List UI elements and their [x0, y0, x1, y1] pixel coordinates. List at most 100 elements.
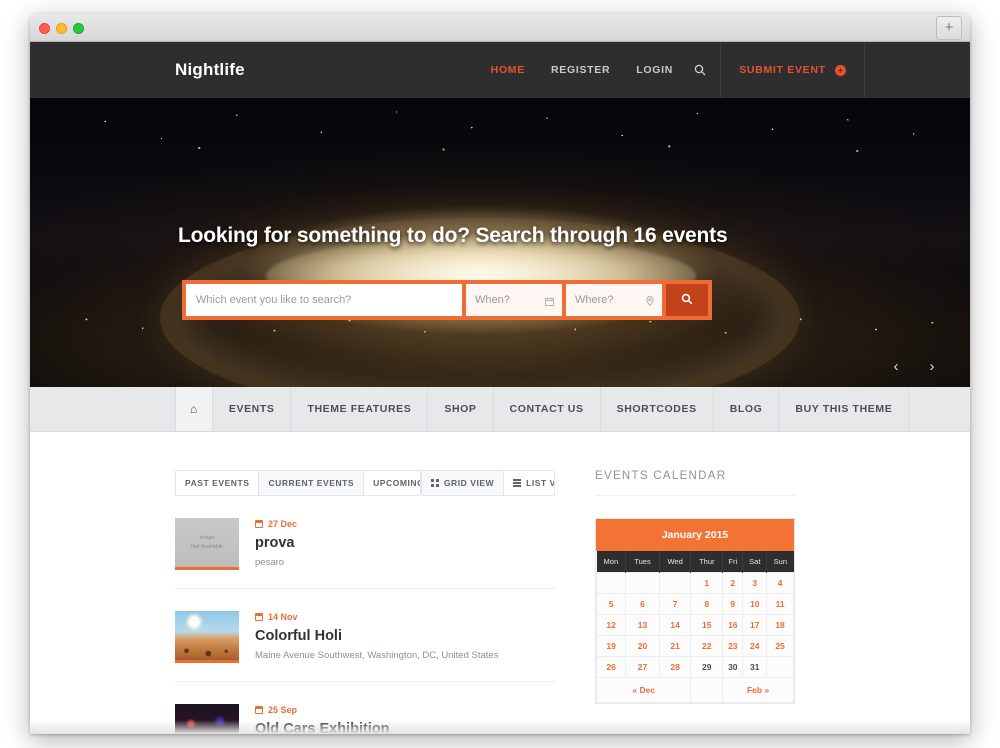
sec-nav-item-shortcodes[interactable]: SHORTCODES	[601, 387, 714, 431]
calendar-day: 29	[690, 656, 724, 678]
site-header: Nightlife HOME REGISTER LOGIN SUBMIT EVE…	[30, 42, 970, 98]
event-thumbnail[interactable]	[175, 611, 239, 663]
calendar-day: 31	[742, 656, 768, 678]
calendar-day-link[interactable]: 14	[658, 614, 692, 636]
calendar-day-link[interactable]: 27	[625, 656, 660, 678]
event-list-item[interactable]: 14 Nov Colorful Holi Maine Avenue Southw…	[175, 589, 555, 682]
search-where-select[interactable]: Where?	[566, 284, 662, 316]
calendar-empty-cell	[595, 572, 627, 594]
hero-prev-slide-button[interactable]: ‹	[886, 358, 906, 375]
hero-banner: Looking for something to do? Search thro…	[30, 98, 970, 387]
calendar-day-link[interactable]: 28	[658, 656, 692, 678]
search-icon[interactable]	[686, 64, 720, 76]
search-where-placeholder: Where?	[575, 294, 614, 306]
new-tab-button[interactable]: +	[936, 16, 962, 40]
list-icon	[513, 479, 522, 487]
main-navigation: HOME REGISTER LOGIN	[478, 42, 720, 98]
calendar-day-link[interactable]: 13	[625, 614, 660, 636]
close-window-button[interactable]	[39, 23, 50, 34]
page-bottom-fade	[30, 720, 970, 734]
calendar-icon	[255, 613, 263, 621]
calendar-day-link[interactable]: 21	[658, 635, 692, 657]
sec-nav-item-contact-us[interactable]: CONTACT US	[494, 387, 601, 431]
calendar-day-link[interactable]: 17	[742, 614, 768, 636]
calendar-day-link[interactable]: 10	[742, 593, 768, 615]
event-filter-group: PAST EVENTS CURRENT EVENTS UPCOMING EVEN…	[175, 470, 422, 496]
calendar-day-link[interactable]: 6	[625, 593, 660, 615]
calendar-day-link[interactable]: 2	[722, 572, 744, 594]
list-view-label: LIST VIEW	[526, 478, 554, 488]
event-title[interactable]: Colorful Holi	[255, 628, 555, 644]
main-content: PAST EVENTS CURRENT EVENTS UPCOMING EVEN…	[30, 432, 970, 734]
calendar-day-link[interactable]: 3	[742, 572, 768, 594]
events-column: PAST EVENTS CURRENT EVENTS UPCOMING EVEN…	[175, 470, 555, 734]
nav-item-login[interactable]: LOGIN	[623, 64, 686, 76]
browser-titlebar: +	[30, 14, 970, 42]
events-calendar-widget: January 2015 Mon Tues Wed Thur Fri Sat S…	[595, 518, 795, 704]
sec-nav-item-theme-features[interactable]: THEME FEATURES	[291, 387, 429, 431]
sec-nav-item-events[interactable]: EVENTS	[213, 387, 292, 431]
calendar-day-link[interactable]: 16	[722, 614, 744, 636]
calendar-weekday: Wed	[659, 551, 692, 573]
calendar-day-link[interactable]: 22	[690, 635, 724, 657]
calendar-day-link[interactable]: 15	[690, 614, 724, 636]
nav-item-register[interactable]: REGISTER	[538, 64, 623, 76]
calendar-day-link[interactable]: 9	[722, 593, 744, 615]
sec-nav-item-blog[interactable]: BLOG	[714, 387, 780, 431]
event-thumbnail[interactable]: Image Not Available	[175, 518, 239, 570]
browser-window: + Nightlife HOME REGISTER LOGIN SUBMIT E…	[30, 14, 970, 734]
search-keyword-input[interactable]	[186, 284, 462, 316]
calendar-day-link[interactable]: 4	[766, 572, 794, 594]
calendar-next-month-link[interactable]: Feb »	[722, 677, 794, 703]
window-traffic-lights	[39, 23, 84, 34]
sec-nav-item-shop[interactable]: SHOP	[428, 387, 494, 431]
event-title[interactable]: prova	[255, 535, 555, 551]
calendar-day-link[interactable]: 25	[766, 635, 794, 657]
calendar-day-link[interactable]: 7	[658, 593, 692, 615]
calendar-day-link[interactable]: 24	[742, 635, 768, 657]
calendar-month-label: January 2015	[596, 519, 794, 551]
list-view-button[interactable]: LIST VIEW	[504, 471, 555, 495]
event-address: pesaro	[255, 557, 285, 568]
calendar-day-link[interactable]: 20	[625, 635, 660, 657]
event-list-item[interactable]: Image Not Available 27 Dec prova pesaro	[175, 496, 555, 589]
minimize-window-button[interactable]	[56, 23, 67, 34]
calendar-week-row: 1234	[595, 572, 794, 594]
calendar-weekday-row: Mon Tues Wed Thur Fri Sat Sun	[596, 551, 794, 573]
filter-upcoming-events[interactable]: UPCOMING EVENTS	[364, 471, 421, 495]
event-address: Maine Avenue Southwest, Washington, DC, …	[255, 650, 499, 661]
calendar-week-row: 12 13 14 15 16 17 18	[595, 614, 794, 636]
calendar-nav-row: « Dec Feb »	[595, 677, 794, 703]
calendar-day-link[interactable]: 5	[595, 593, 627, 615]
search-submit-button[interactable]	[666, 284, 708, 316]
calendar-empty-cell	[625, 572, 660, 594]
calendar-day-link[interactable]: 23	[722, 635, 744, 657]
search-when-select[interactable]: When?	[466, 284, 562, 316]
calendar-weekday: Sun	[766, 551, 794, 573]
calendar-prev-month-link[interactable]: « Dec	[595, 677, 692, 703]
calendar-day-link[interactable]: 1	[690, 572, 724, 594]
submit-event-button[interactable]: SUBMIT EVENT +	[720, 42, 865, 98]
zoom-window-button[interactable]	[73, 23, 84, 34]
calendar-body: 1 2 3 4 5 6 7 8 9 10 11 12 13 14 15 16 17 18 19 20 21 22 23 24 2…	[595, 572, 794, 678]
sec-nav-item-home[interactable]: ⌂	[175, 387, 213, 431]
sec-nav-item-buy-this-theme[interactable]: BUY THIS THEME	[779, 387, 910, 431]
calendar-day-link[interactable]: 8	[690, 593, 724, 615]
grid-view-button[interactable]: GRID VIEW	[422, 471, 505, 495]
calendar-day-link[interactable]: 11	[766, 593, 794, 615]
calendar-day-link[interactable]: 18	[766, 614, 794, 636]
hero-title: Looking for something to do? Search thro…	[178, 224, 728, 247]
events-toolbar: PAST EVENTS CURRENT EVENTS UPCOMING EVEN…	[175, 470, 555, 496]
calendar-day-link[interactable]: 26	[595, 656, 627, 678]
calendar-week-row: 26 27 28 29 30 31	[595, 656, 794, 678]
calendar-day-link[interactable]: 12	[595, 614, 627, 636]
submit-event-label: SUBMIT EVENT	[739, 64, 826, 76]
nav-item-home[interactable]: HOME	[478, 64, 538, 76]
page-viewport: Nightlife HOME REGISTER LOGIN SUBMIT EVE…	[30, 42, 970, 734]
filter-current-events[interactable]: CURRENT EVENTS	[259, 471, 365, 495]
calendar-day-link[interactable]: 19	[595, 635, 627, 657]
event-date: 14 Nov	[255, 612, 555, 622]
hero-next-slide-button[interactable]: ›	[922, 358, 942, 375]
filter-past-events[interactable]: PAST EVENTS	[176, 471, 260, 495]
site-logo[interactable]: Nightlife	[175, 60, 245, 80]
